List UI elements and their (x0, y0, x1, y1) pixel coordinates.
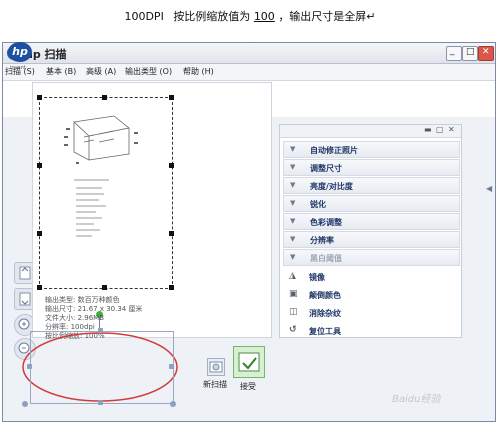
frame-corner-dot (170, 401, 176, 407)
menu-bar: 扫描 (S) 基本 (B) 高级 (A) 输出类型 (O) 帮助 (H) (3, 64, 495, 81)
selection-handle[interactable] (102, 285, 107, 290)
caption-prefix: 100DPI (124, 10, 164, 23)
maximize-button[interactable]: □ (462, 46, 478, 61)
frame-handle[interactable] (98, 328, 103, 333)
accept-icon (238, 352, 260, 372)
expand-icon: ▼ (290, 199, 296, 207)
frame-corner-dot (22, 401, 28, 407)
hp-invent-text: invent (10, 65, 26, 71)
frame-handle[interactable] (27, 364, 32, 369)
tool-descreen[interactable]: ◫ 消除杂纹 (283, 305, 458, 320)
menu-label: 亮度/对比度 (310, 182, 353, 191)
close-button[interactable]: ✕ (478, 46, 494, 61)
selection-handle[interactable] (169, 163, 174, 168)
close-icon: ✕ (482, 47, 490, 57)
tool-reset[interactable]: ↺ 复位工具 (283, 323, 458, 338)
tool-mirror[interactable]: ◮ 镜像 (283, 269, 458, 284)
menu-label: 色彩调整 (310, 218, 342, 227)
tool-label: 复位工具 (309, 327, 341, 336)
selection-handle[interactable] (37, 285, 42, 290)
adjustments-panel-header: ▬ ▢ ✕ (280, 125, 461, 138)
info-output-type: 输出类型: 数百万种颜色 (45, 296, 120, 304)
menu-help[interactable]: 帮助 (H) (183, 66, 214, 77)
menu-label: 黑白阈值 (310, 254, 342, 263)
menu-label: 分辨率 (310, 236, 334, 245)
title-bar: hp hp 扫描 _ □ ✕ (3, 43, 495, 64)
info-frame (30, 331, 174, 404)
menu-auto-fix-photo[interactable]: ▼ 自动修正照片 (283, 141, 460, 158)
menu-sharpen[interactable]: ▼ 锐化 (283, 195, 460, 212)
expand-icon: ▼ (290, 253, 296, 261)
menu-label: 调整尺寸 (310, 164, 342, 173)
expand-icon: ▼ (290, 217, 296, 225)
menu-resize[interactable]: ▼ 调整尺寸 (283, 159, 460, 176)
menu-resolution[interactable]: ▼ 分辨率 (283, 231, 460, 248)
selection-handle[interactable] (169, 95, 174, 100)
selection-handle[interactable] (37, 231, 42, 236)
hp-logo: hp (8, 42, 32, 62)
selection-handle[interactable] (37, 163, 42, 168)
info-output-size: 输出尺寸: 21.67 x 30.34 厘米 (45, 305, 143, 313)
accept-button[interactable] (233, 346, 265, 378)
new-scan-icon (209, 361, 223, 373)
baidu-watermark: Baidu经验 (392, 394, 441, 405)
menu-color-adjust[interactable]: ▼ 色彩调整 (283, 213, 460, 230)
selection-handle[interactable] (37, 95, 42, 100)
expand-icon: ▼ (290, 181, 296, 189)
tool-label: 镜像 (309, 273, 325, 282)
invert-icon: ▣ (289, 289, 298, 299)
mirror-icon: ◮ (289, 271, 296, 281)
expand-icon: ▼ (290, 235, 296, 243)
minimize-icon: _ (450, 46, 455, 56)
adjustments-panel: ▬ ▢ ✕ ▼ 自动修正照片 ▼ 调整尺寸 ▼ 亮度/对比度 ▼ 锐化 ▼ 色彩… (279, 124, 462, 338)
frame-handle[interactable] (98, 400, 103, 405)
menu-basic[interactable]: 基本 (B) (46, 66, 76, 77)
caption-value: 100 (253, 10, 275, 23)
menu-advanced[interactable]: 高级 (A) (86, 66, 116, 77)
page-caption: 100DPI 按比例缩放值为 100 ，输出尺寸是全屏↵ (0, 8, 500, 24)
descreen-icon: ◫ (289, 307, 298, 317)
menu-output-type[interactable]: 输出类型 (O) (125, 66, 172, 77)
frame-handle[interactable] (169, 364, 174, 369)
minimize-button[interactable]: _ (446, 46, 462, 61)
scanned-document-preview (64, 115, 138, 237)
menu-label: 锐化 (310, 200, 326, 209)
expand-icon: ▼ (290, 163, 296, 171)
info-file-size: 文件大小: 2.96MB (45, 314, 105, 322)
new-scan-label: 新扫描 (203, 380, 227, 389)
new-scan-button[interactable] (207, 358, 225, 376)
menu-label: 自动修正照片 (310, 146, 358, 155)
tool-label: 颠倒颜色 (309, 291, 341, 300)
selection-handle[interactable] (102, 95, 107, 100)
menu-brightness-contrast[interactable]: ▼ 亮度/对比度 (283, 177, 460, 194)
menu-bw-threshold: ▼ 黑白阈值 (283, 249, 460, 266)
tool-label: 消除杂纹 (309, 309, 341, 318)
selection-handle[interactable] (169, 231, 174, 236)
panel-minimize-icon[interactable]: ▬ (424, 125, 432, 134)
reset-icon: ↺ (289, 325, 297, 335)
accept-label: 接受 (240, 382, 256, 391)
expand-icon: ▼ (290, 145, 296, 153)
panel-maximize-icon[interactable]: ▢ (436, 125, 444, 134)
panel-close-icon[interactable]: ✕ (448, 125, 455, 134)
caption-suffix: ，输出尺寸是全屏↵ (278, 10, 376, 23)
caption-middle: 按比例缩放值为 (173, 10, 251, 23)
selection-handle[interactable] (169, 285, 174, 290)
maximize-icon: □ (466, 47, 475, 57)
collapse-panel-icon[interactable]: ◀ (486, 184, 492, 193)
tool-invert-colors[interactable]: ▣ 颠倒颜色 (283, 287, 458, 302)
